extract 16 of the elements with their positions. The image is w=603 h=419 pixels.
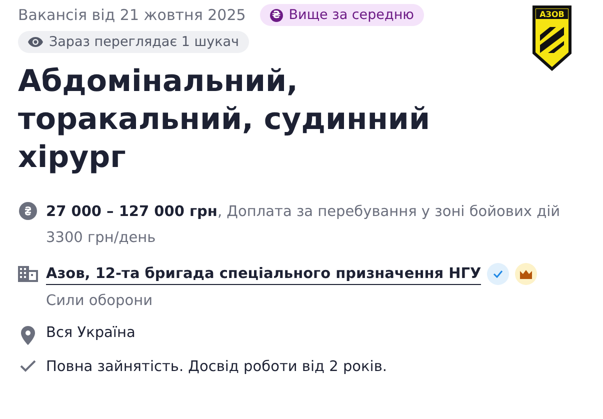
eye-icon (28, 37, 43, 47)
hryvnia-icon: ₴ (270, 8, 283, 22)
posted-date: Вакансія від 21 жовтня 2025 (18, 6, 246, 24)
salary-text: 27 000 – 127 000 грн, Доплата за перебування у зоні бойових дій 3300 грн/день (46, 203, 562, 248)
job-title: Абдомінальний, торакальний, судинний хірург (18, 63, 431, 177)
check-icon (20, 360, 36, 372)
building-icon (18, 266, 38, 282)
hryvnia-icon (19, 202, 37, 220)
terms-text: Повна зайнятість. Досвід роботи від 2 років. (46, 358, 388, 377)
company-category: Сили оборони (46, 292, 154, 311)
location-text: Вся Україна (46, 324, 136, 343)
viewers-badge: Зараз переглядає 1 шукач (18, 31, 250, 53)
salary-badge: ₴ Вище за середню (260, 4, 424, 26)
company-logo: АЗОВ (532, 5, 572, 71)
map-pin-icon (21, 326, 35, 345)
company-link[interactable]: Азов, 12-та бригада спеціального призначення НГУ (46, 264, 482, 284)
